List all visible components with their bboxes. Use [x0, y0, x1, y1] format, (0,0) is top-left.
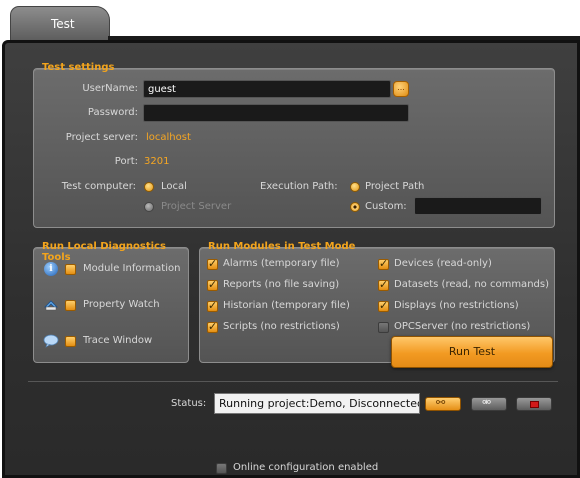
- local-radio[interactable]: [144, 182, 154, 192]
- alarms-label: Alarms (temporary file): [223, 258, 340, 269]
- property-watch-label: Property Watch: [83, 299, 160, 310]
- project-server-label: Project server:: [65, 132, 138, 143]
- opcserver-label: OPCServer (no restrictions): [394, 321, 531, 332]
- unlink-icon: ⚮: [482, 396, 492, 409]
- tab-test[interactable]: Test: [10, 6, 110, 42]
- displays-label: Displays (no restrictions): [394, 300, 519, 311]
- info-icon: i: [44, 262, 58, 276]
- username-input[interactable]: [143, 80, 391, 98]
- online-config-label: Online configuration enabled: [233, 462, 379, 473]
- reports-label: Reports (no file saving): [223, 279, 340, 290]
- diagnostics-group: Run Local Diagnostics Tools i Module Inf…: [33, 241, 190, 363]
- property-watch-icon: [44, 300, 58, 311]
- password-input[interactable]: [143, 104, 409, 122]
- online-config-checkbox[interactable]: [216, 463, 227, 474]
- alarms-checkbox[interactable]: [207, 257, 218, 270]
- run-test-button[interactable]: Run Test: [391, 336, 553, 368]
- custom-radio[interactable]: [350, 202, 360, 212]
- custom-path-input[interactable]: [414, 197, 542, 215]
- devices-label: Devices (read-only): [394, 258, 492, 269]
- module-information-label: Module Information: [83, 263, 181, 274]
- property-watch-checkbox[interactable]: [65, 300, 76, 311]
- password-label: Password:: [87, 107, 138, 118]
- status-field: Running project:Demo, Disconnected: [214, 393, 420, 414]
- test-computer-label: Test computer:: [61, 181, 136, 192]
- property-watch-item[interactable]: Property Watch: [34, 296, 190, 316]
- project-path-radio[interactable]: [350, 182, 360, 192]
- stop-icon: [530, 401, 539, 408]
- reports-checkbox[interactable]: [207, 278, 218, 291]
- browse-button[interactable]: ...: [393, 81, 409, 97]
- port-value: 3201: [144, 156, 170, 167]
- local-label: Local: [161, 181, 187, 192]
- devices-checkbox[interactable]: [378, 257, 389, 270]
- module-information-item[interactable]: i Module Information: [34, 260, 190, 280]
- test-settings-title: Test settings: [42, 62, 115, 73]
- scripts-checkbox[interactable]: [207, 320, 218, 333]
- connect-button[interactable]: ⚯: [425, 396, 461, 411]
- title-bar-area: [110, 0, 580, 36]
- project-server-radio[interactable]: [144, 202, 154, 212]
- datasets-label: Datasets (read, no commands): [394, 279, 549, 290]
- module-information-checkbox[interactable]: [65, 264, 76, 275]
- datasets-checkbox[interactable]: [378, 278, 389, 291]
- tab-label: Test: [51, 17, 75, 31]
- trace-window-label: Trace Window: [83, 335, 153, 346]
- status-label: Status:: [171, 398, 207, 409]
- historian-label: Historian (temporary file): [223, 300, 350, 311]
- trace-window-icon: [43, 334, 59, 348]
- historian-checkbox[interactable]: [207, 299, 218, 312]
- trace-window-item[interactable]: Trace Window: [34, 332, 190, 352]
- displays-checkbox[interactable]: [378, 299, 389, 312]
- project-server-option-label: Project Server: [161, 201, 232, 212]
- project-path-label: Project Path: [365, 181, 425, 192]
- execution-path-label: Execution Path:: [260, 181, 338, 192]
- link-icon: ⚯: [436, 396, 446, 409]
- scripts-label: Scripts (no restrictions): [223, 321, 340, 332]
- stop-button[interactable]: [516, 397, 552, 411]
- opcserver-checkbox[interactable]: [378, 322, 389, 333]
- test-settings-group: Test settings UserName: ... Password: Pr…: [33, 62, 555, 228]
- modules-title: Run Modules in Test Mode: [208, 241, 356, 252]
- username-label: UserName:: [82, 83, 138, 94]
- divider: [28, 381, 558, 382]
- port-label: Port:: [114, 156, 138, 167]
- project-server-value: localhost: [146, 132, 191, 143]
- disconnect-button[interactable]: ⚮: [471, 396, 507, 411]
- trace-window-checkbox[interactable]: [65, 336, 76, 347]
- custom-label: Custom:: [365, 201, 407, 212]
